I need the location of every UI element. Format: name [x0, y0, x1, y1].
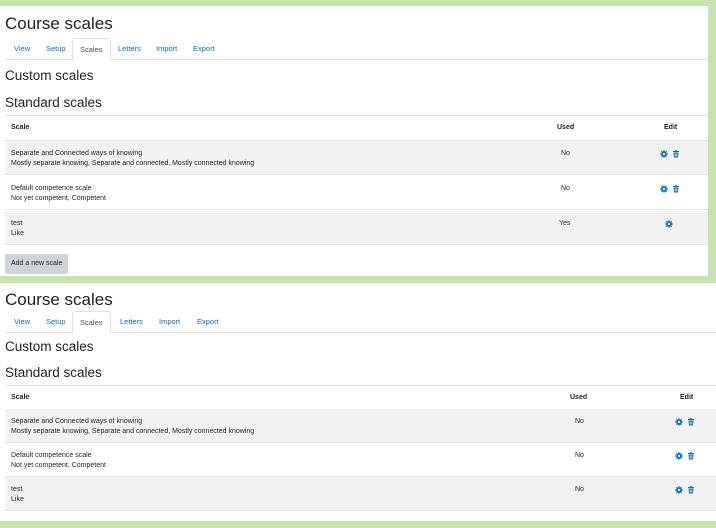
scale-name: test: [11, 486, 23, 493]
edit-actions: [675, 418, 695, 426]
add-new-scale-button[interactable]: Add a new scale: [5, 254, 69, 274]
custom-scales-heading: Custom scales: [5, 68, 94, 83]
used-value: No: [575, 486, 584, 493]
scale-name: test: [11, 220, 23, 227]
page-title: Course scales: [5, 290, 113, 309]
edit-actions: [675, 486, 695, 494]
tab-setup[interactable]: Setup: [39, 311, 73, 332]
scale-name: Default competence scale: [11, 185, 92, 192]
course-scales-panel-after: Course scales View Setup Scales Letters …: [0, 283, 716, 521]
tab-import[interactable]: Import: [152, 311, 187, 332]
scale-items: Not yet competent, Competent: [11, 462, 106, 469]
scale-name: Separate and Connected ways of knowing: [11, 150, 143, 157]
table-header: Scale Used Edit: [5, 385, 716, 412]
tab-letters[interactable]: Letters: [111, 38, 148, 59]
used-value: No: [575, 418, 584, 425]
tab-letters[interactable]: Letters: [113, 311, 150, 332]
scale-items: Mostly separate knowing, Separate and co…: [11, 160, 255, 167]
standard-scales-heading: Standard scales: [5, 95, 102, 110]
trash-icon[interactable]: [687, 452, 695, 460]
page-title: Course scales: [5, 14, 113, 33]
table-row: test Like No: [5, 477, 716, 511]
column-used: Used: [570, 394, 588, 401]
tab-view[interactable]: View: [7, 311, 37, 332]
gear-icon[interactable]: [660, 150, 668, 158]
column-edit: Edit: [680, 394, 694, 401]
edit-actions: [660, 185, 680, 193]
scale-name: Separate and Connected ways of knowing: [11, 418, 143, 425]
trash-icon[interactable]: [672, 185, 680, 193]
table-row: Default competence scale Not yet compete…: [5, 176, 708, 210]
custom-scales-heading: Custom scales: [5, 339, 94, 354]
trash-icon[interactable]: [672, 150, 680, 158]
scale-items: Like: [11, 496, 24, 503]
edit-actions: [660, 150, 680, 158]
edit-actions: [665, 220, 673, 228]
tab-bar: View Setup Scales Letters Import Export: [5, 311, 716, 333]
trash-icon[interactable]: [687, 418, 695, 426]
tab-export[interactable]: Export: [186, 38, 222, 59]
scale-items: Not yet competent, Competent: [11, 195, 106, 202]
tab-import[interactable]: Import: [149, 38, 184, 59]
standard-scales-heading: Standard scales: [5, 365, 102, 380]
scale-name: Default competence scale: [11, 452, 92, 459]
gear-icon[interactable]: [675, 486, 683, 494]
course-scales-panel-before: Course scales View Setup Scales Letters …: [0, 6, 708, 276]
gear-icon[interactable]: [675, 452, 683, 460]
used-value: No: [561, 150, 570, 157]
column-used: Used: [557, 124, 575, 131]
table-row: test Like Yes: [5, 211, 708, 245]
table-header: Scale Used Edit: [5, 115, 708, 142]
column-edit: Edit: [664, 124, 678, 131]
table-row: Separate and Connected ways of knowing M…: [5, 141, 708, 175]
tab-view[interactable]: View: [7, 38, 37, 59]
tab-bar: View Setup Scales Letters Import Export: [5, 38, 708, 60]
gear-icon[interactable]: [660, 185, 668, 193]
gear-icon[interactable]: [675, 418, 683, 426]
tab-setup[interactable]: Setup: [39, 38, 73, 59]
column-scale: Scale: [11, 394, 30, 401]
used-value: Yes: [559, 220, 571, 227]
tab-scales[interactable]: Scales: [72, 311, 111, 333]
scale-items: Like: [11, 230, 24, 237]
gear-icon[interactable]: [665, 220, 673, 228]
edit-actions: [675, 452, 695, 460]
used-value: No: [575, 452, 584, 459]
table-row: Default competence scale Not yet compete…: [5, 443, 716, 477]
used-value: No: [561, 185, 570, 192]
trash-icon[interactable]: [687, 486, 695, 494]
table-row: Separate and Connected ways of knowing M…: [5, 409, 716, 443]
tab-scales[interactable]: Scales: [72, 38, 111, 60]
column-scale: Scale: [11, 124, 30, 131]
scale-items: Mostly separate knowing, Separate and co…: [11, 428, 255, 435]
tab-export[interactable]: Export: [190, 311, 226, 332]
